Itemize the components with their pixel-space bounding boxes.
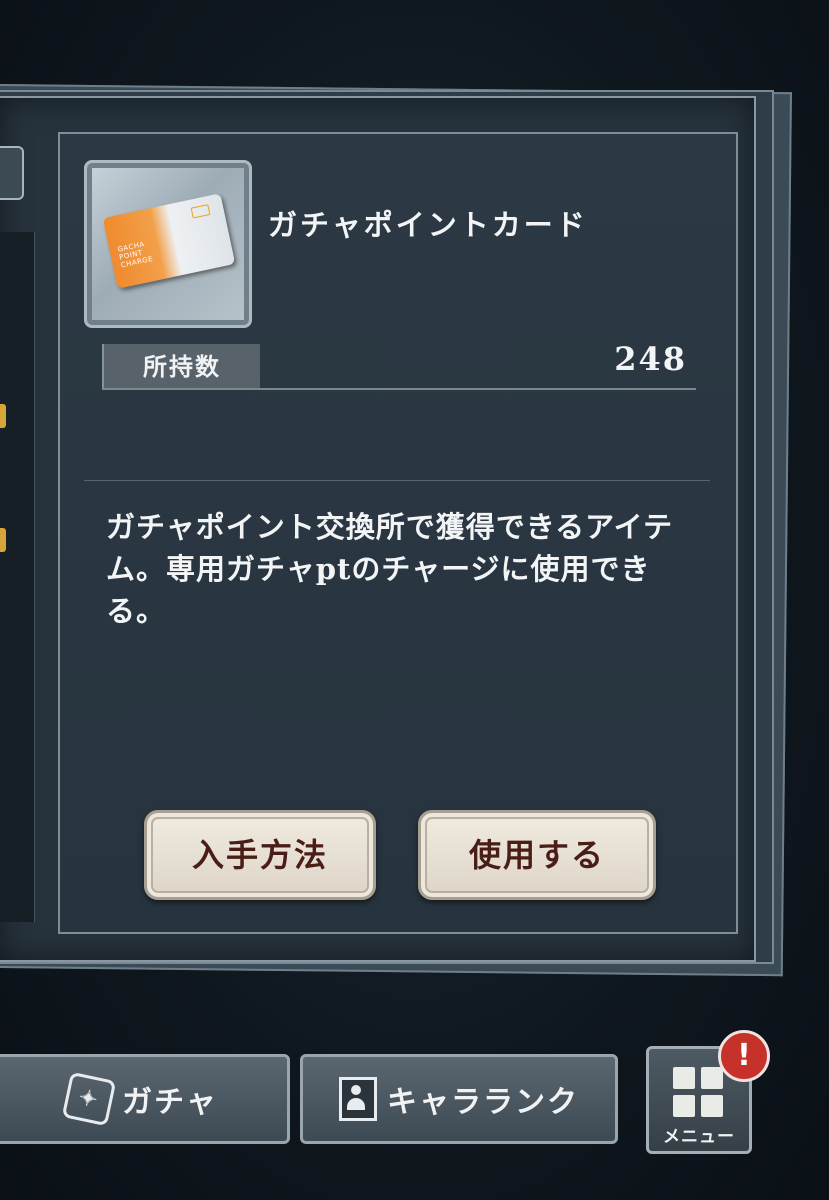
menu-label: メニュー: [663, 1127, 735, 1147]
item-list-strip[interactable]: [0, 232, 35, 922]
gacha-point-card-icon: GACHA POINT CHARGE: [102, 193, 236, 289]
item-description: ガチャポイント交換所で獲得できるアイテム。専用ガチャptのチャージに使用できる。: [106, 510, 674, 628]
owned-count-value: 248: [614, 340, 687, 378]
list-highlight-marker: [0, 404, 6, 428]
owned-count-underline: [102, 388, 696, 390]
nav-character-rank-button[interactable]: キャラランク: [300, 1054, 618, 1144]
nav-gacha-label: ガチャ: [122, 1085, 218, 1120]
item-name: ガチャポイントカード: [268, 208, 588, 242]
gacha-die-icon: ✦: [61, 1071, 117, 1127]
card-chip-icon: [190, 204, 211, 219]
left-list-tab[interactable]: [0, 146, 24, 200]
section-divider: [84, 480, 710, 481]
owned-count-label: 所持数: [102, 344, 260, 390]
item-icon-frame: GACHA POINT CHARGE: [84, 160, 252, 328]
card-art-text: GACHA POINT CHARGE: [116, 240, 154, 270]
nav-character-rank-label: キャラランク: [387, 1085, 579, 1120]
character-portrait-icon: [339, 1077, 377, 1121]
list-highlight-marker: [0, 528, 6, 552]
how-to-obtain-button[interactable]: 入手方法: [144, 810, 376, 900]
alert-badge-icon: !: [718, 1030, 770, 1082]
use-item-button[interactable]: 使用する: [418, 810, 656, 900]
grid-menu-icon: [673, 1067, 725, 1119]
nav-gacha-button[interactable]: ✦ ガチャ: [0, 1054, 290, 1144]
